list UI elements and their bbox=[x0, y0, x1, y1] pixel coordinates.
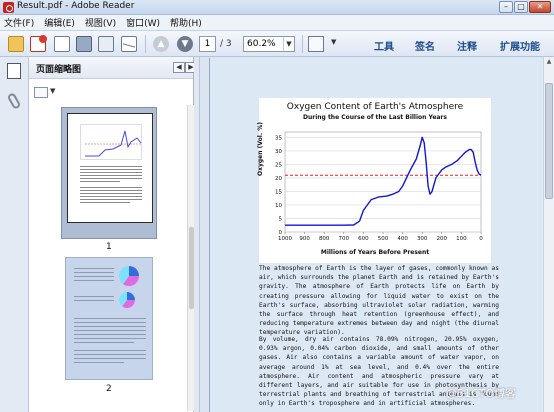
menu-window[interactable]: 窗口(W) bbox=[126, 16, 160, 29]
document-scrollbar[interactable]: ▲ bbox=[543, 57, 554, 412]
scroll-up-icon[interactable]: ▲ bbox=[545, 58, 553, 66]
email-icon[interactable] bbox=[121, 36, 137, 52]
chevron-down-icon[interactable]: ▼ bbox=[283, 37, 294, 51]
thumbnail-label: 1 bbox=[106, 242, 112, 252]
chevron-down-icon[interactable]: ▼ bbox=[331, 38, 336, 46]
page-number-input[interactable]: 1 bbox=[199, 36, 216, 52]
chart-y-tick-label: 35 bbox=[275, 135, 282, 141]
toolbar-divider bbox=[145, 35, 146, 53]
create-pdf-icon[interactable] bbox=[30, 35, 47, 52]
window-controls: – □ ✕ bbox=[499, 1, 551, 13]
chart-x-tick-label: 100 bbox=[456, 236, 467, 242]
thumbnail-page-preview bbox=[67, 113, 153, 223]
chart-plot: 0 5 10 15 20 25 30 35 1000 900 800 700 600 500 400 300 2… bbox=[275, 131, 483, 242]
toolbar-divider bbox=[302, 35, 303, 53]
next-page-button[interactable]: ▼ bbox=[177, 36, 193, 52]
thumbnail-pie-preview bbox=[119, 292, 135, 308]
thumbnail-panel-header: 页面缩略图 ◀ ▶ bbox=[29, 57, 197, 79]
chart-x-tick-label: 1000 bbox=[278, 236, 292, 242]
thumbnail-list: 1 2 bbox=[32, 105, 185, 411]
chart-plot-area bbox=[284, 131, 482, 233]
edit-document-icon[interactable] bbox=[54, 36, 70, 52]
page-thumbnails-icon[interactable] bbox=[4, 60, 21, 79]
toolbar: ▲ ▼ 1 / 3 60.2% ▼ ▼ 工具 签名 注释 扩展功能 bbox=[0, 31, 554, 57]
chart-x-tick-label: 600 bbox=[358, 236, 369, 242]
zoom-value: 60.2% bbox=[247, 39, 276, 49]
panel-title: 页面缩略图 bbox=[36, 65, 82, 75]
chevron-down-icon[interactable]: ▼ bbox=[50, 87, 55, 95]
chart-x-tick-label: 800 bbox=[319, 236, 330, 242]
print-icon[interactable] bbox=[98, 36, 114, 52]
chart-x-tick-label: 700 bbox=[339, 236, 350, 242]
menu-view[interactable]: 视图(V) bbox=[85, 16, 116, 29]
menu-bar: 文件(F) 编辑(E) 视图(V) 窗口(W) 帮助(H) bbox=[0, 15, 554, 31]
title-bar: Result.pdf - Adobe Reader – □ ✕ bbox=[0, 0, 554, 15]
paragraph-1: The atmosphere of Earth is the layer of … bbox=[259, 265, 499, 337]
oxygen-chart: Oxygen Content of Earth's Atmosphere Dur… bbox=[257, 98, 491, 263]
thumbnail-label: 2 bbox=[106, 384, 112, 394]
pdf-page: Oxygen Content of Earth's Atmosphere Dur… bbox=[209, 58, 548, 412]
chart-x-tick-label: 0 bbox=[479, 236, 483, 242]
fit-page-icon[interactable] bbox=[308, 36, 324, 52]
chart-y-tick-label: 25 bbox=[275, 162, 282, 168]
scrollbar-thumb[interactable] bbox=[545, 83, 553, 199]
thumbnail-chart-preview bbox=[80, 124, 142, 160]
options-menu-icon[interactable] bbox=[34, 87, 48, 98]
chart-y-tick-label: 20 bbox=[275, 176, 282, 182]
chart-x-tick-label: 400 bbox=[397, 236, 408, 242]
thumbnail-scrollbar[interactable] bbox=[187, 105, 194, 411]
page-thumbnail-1[interactable] bbox=[61, 107, 157, 239]
menu-edit[interactable]: 编辑(E) bbox=[44, 16, 75, 29]
extended-button[interactable]: 扩展功能 bbox=[500, 38, 540, 53]
comment-button[interactable]: 注释 bbox=[457, 38, 477, 53]
menu-help[interactable]: 帮助(H) bbox=[170, 16, 202, 29]
minimize-button[interactable]: – bbox=[499, 1, 513, 13]
navigation-strip bbox=[0, 57, 29, 412]
save-icon[interactable] bbox=[76, 36, 92, 52]
chart-y-tick-label: 30 bbox=[275, 149, 282, 155]
watermark: @51CTO博客 bbox=[446, 387, 517, 400]
window-title: Result.pdf - Adobe Reader bbox=[17, 1, 135, 11]
chart-y-tick-label: 15 bbox=[275, 189, 282, 195]
adobe-reader-icon bbox=[3, 2, 14, 13]
chart-y-tick-label: 5 bbox=[279, 216, 283, 222]
maximize-button[interactable]: □ bbox=[514, 1, 528, 13]
chart-x-tick-label: 500 bbox=[378, 236, 389, 242]
menu-file[interactable]: 文件(F) bbox=[4, 16, 34, 29]
chart-x-tick-label: 200 bbox=[437, 236, 448, 242]
thumbnail-pie-preview bbox=[119, 266, 139, 286]
close-button[interactable]: ✕ bbox=[529, 1, 551, 13]
attachments-icon[interactable] bbox=[6, 92, 22, 110]
thumbnail-panel: 页面缩略图 ◀ ▶ ▼ 1 2 bbox=[29, 57, 197, 412]
tools-button[interactable]: 工具 bbox=[374, 38, 394, 53]
chart-x-tick-label: 900 bbox=[299, 236, 310, 242]
page-total: / 3 bbox=[220, 39, 232, 49]
page-thumbnail-2[interactable] bbox=[65, 257, 153, 380]
document-view: Oxygen Content of Earth's Atmosphere Dur… bbox=[200, 57, 554, 412]
previous-page-button[interactable]: ▲ bbox=[153, 36, 169, 52]
collapse-panel-icon[interactable]: ◀ bbox=[173, 62, 185, 73]
open-folder-icon[interactable] bbox=[8, 36, 24, 52]
sign-button[interactable]: 签名 bbox=[415, 38, 435, 53]
zoom-select[interactable]: 60.2% ▼ bbox=[243, 36, 295, 52]
chart-x-tick-label: 300 bbox=[417, 236, 428, 242]
chart-y-tick-label: 10 bbox=[275, 203, 282, 209]
